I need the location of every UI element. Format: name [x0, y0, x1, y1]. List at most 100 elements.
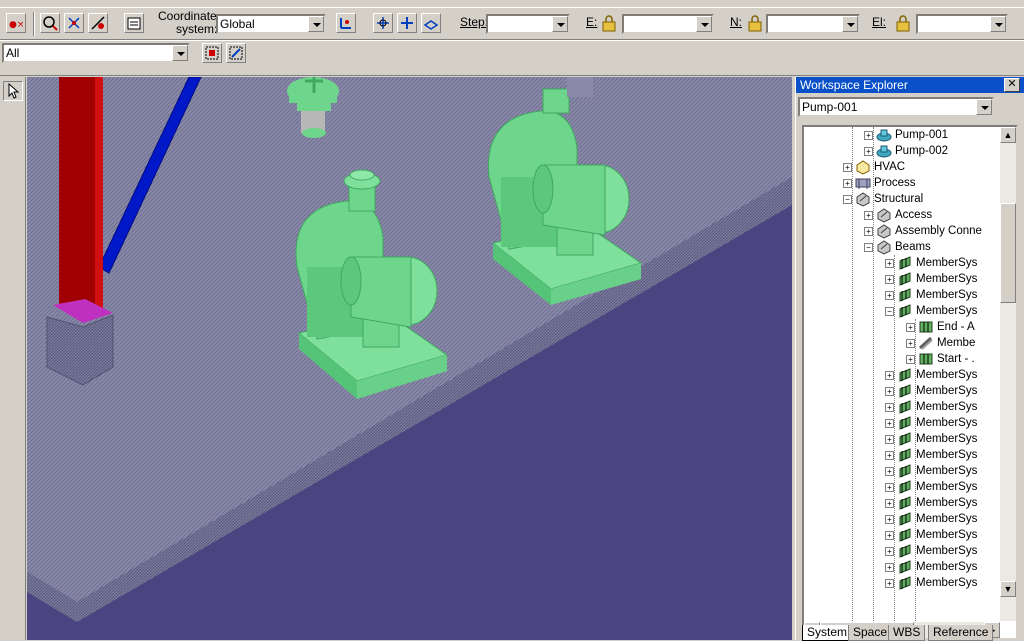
expand-icon[interactable]: +	[843, 163, 852, 172]
lock-icon[interactable]	[600, 15, 618, 33]
tree-item-label: Access	[895, 209, 933, 221]
workspace-explorer-title: Workspace Explorer	[796, 77, 1024, 93]
member-icon	[897, 527, 913, 543]
expand-icon[interactable]: +	[885, 451, 894, 460]
structural-icon	[876, 239, 892, 255]
expand-icon[interactable]: +	[885, 371, 894, 380]
expand-icon[interactable]: +	[885, 387, 894, 396]
tree-item-label: MemberSys	[916, 433, 978, 445]
expand-icon[interactable]: +	[906, 323, 915, 332]
step-select[interactable]	[486, 14, 570, 34]
tree-item-label: Pump-001	[895, 129, 949, 141]
expand-icon[interactable]: +	[864, 147, 873, 156]
member-part-icon	[918, 335, 934, 351]
expand-icon[interactable]: +	[864, 211, 873, 220]
3d-model-view[interactable]	[27, 77, 792, 640]
zoom-icon[interactable]	[40, 13, 60, 33]
move-icon[interactable]	[64, 13, 84, 33]
expand-icon[interactable]: +	[906, 339, 915, 348]
coordinate-label-line2: system:	[176, 22, 218, 36]
tree-item-label: MemberSys	[916, 401, 978, 413]
collapse-icon[interactable]: −	[864, 243, 873, 252]
collapse-icon[interactable]: −	[843, 195, 852, 204]
expand-icon[interactable]: +	[885, 547, 894, 556]
expand-icon[interactable]: +	[885, 579, 894, 588]
member-icon	[897, 559, 913, 575]
end-icon	[918, 319, 934, 335]
tree-vertical-scrollbar[interactable]: ▲ ▼	[1000, 127, 1016, 621]
structural-icon	[876, 223, 892, 239]
structural-icon	[855, 191, 871, 207]
member-icon	[897, 463, 913, 479]
process-icon	[855, 175, 871, 191]
tree-item-label: MemberSys	[916, 289, 978, 301]
select-arrow-icon[interactable]	[3, 81, 23, 101]
tree-item-label: End - A	[937, 321, 975, 333]
tree-item-label: MemberSys	[916, 481, 978, 493]
member-icon	[897, 575, 913, 591]
collapse-icon[interactable]: −	[885, 307, 894, 316]
expand-icon[interactable]: +	[885, 515, 894, 524]
expand-icon[interactable]: +	[885, 483, 894, 492]
workspace-tree[interactable]: + Pump-001 + Pump-002 + HVAC + Process − Structur…	[802, 125, 1018, 640]
tree-item-label: Assembly Conne	[895, 225, 982, 237]
chevron-down-icon	[552, 16, 568, 32]
chevron-down-icon	[172, 45, 188, 61]
tree-item-label: Process	[874, 177, 916, 189]
tree-item-label: MemberSys	[916, 561, 978, 573]
snap-axis-icon[interactable]	[397, 13, 417, 33]
tab-space[interactable]: Space	[848, 625, 893, 641]
expand-icon[interactable]: +	[885, 563, 894, 572]
e-coordinate-field[interactable]	[622, 14, 714, 34]
expand-icon[interactable]: +	[843, 179, 852, 188]
measure-icon[interactable]	[88, 13, 108, 33]
coordinate-system-select[interactable]: Global	[216, 14, 326, 34]
explorer-object-select[interactable]: Pump-001	[798, 97, 994, 117]
lock-icon[interactable]	[746, 15, 764, 33]
tab-wbs[interactable]: WBS	[888, 625, 926, 641]
lock-icon[interactable]	[894, 15, 912, 33]
expand-icon[interactable]: +	[864, 227, 873, 236]
expand-icon[interactable]: +	[885, 275, 894, 284]
filter-select[interactable]: All	[2, 43, 190, 63]
expand-icon[interactable]: +	[885, 467, 894, 476]
tree-item-label: Pump-002	[895, 145, 949, 157]
snap-point-icon[interactable]	[373, 13, 393, 33]
workspace-explorer-panel: Workspace Explorer ✕ Pump-001 + Pump-001 +…	[795, 77, 1024, 641]
chevron-down-icon	[990, 16, 1006, 32]
filter-toolbar: All	[0, 40, 1024, 76]
expand-icon[interactable]: +	[906, 355, 915, 364]
n-coordinate-field[interactable]	[766, 14, 860, 34]
tree-item-label: MemberSys	[916, 273, 978, 285]
expand-icon[interactable]: +	[885, 499, 894, 508]
tab-system[interactable]: System	[802, 625, 853, 641]
select-filter-icon[interactable]	[202, 43, 222, 63]
tree-item-label: MemberSys	[916, 577, 978, 589]
tree-item-label: MemberSys	[916, 417, 978, 429]
snap-plane-icon[interactable]	[421, 13, 441, 33]
vertical-scroll-thumb[interactable]	[1000, 203, 1016, 303]
expand-icon[interactable]: +	[885, 419, 894, 428]
tree-item-label: MemberSys	[916, 545, 978, 557]
tree-guide-line	[852, 127, 853, 621]
tree-item-label: MemberSys	[916, 257, 978, 269]
scroll-up-icon[interactable]: ▲	[1000, 127, 1016, 143]
scroll-down-icon[interactable]: ▼	[1000, 581, 1016, 597]
member-icon	[897, 399, 913, 415]
close-icon[interactable]: ✕	[1004, 78, 1020, 92]
el-coordinate-field[interactable]	[916, 14, 1008, 34]
expand-icon[interactable]: +	[885, 435, 894, 444]
expand-icon[interactable]: +	[885, 531, 894, 540]
expand-icon[interactable]: +	[864, 131, 873, 140]
properties-icon[interactable]	[124, 13, 144, 33]
coordinate-tool-icon[interactable]	[336, 13, 356, 33]
toolbar-separator	[33, 12, 35, 36]
tree-item-label: MemberSys	[916, 497, 978, 509]
tab-reference[interactable]: Reference	[928, 625, 994, 641]
expand-icon[interactable]: +	[885, 403, 894, 412]
expand-icon[interactable]: +	[885, 291, 894, 300]
expand-icon[interactable]: +	[885, 259, 894, 268]
graphic-viewport[interactable]	[27, 77, 792, 640]
delete-icon[interactable]: ●×	[6, 13, 26, 33]
filter-properties-icon[interactable]	[226, 43, 246, 63]
